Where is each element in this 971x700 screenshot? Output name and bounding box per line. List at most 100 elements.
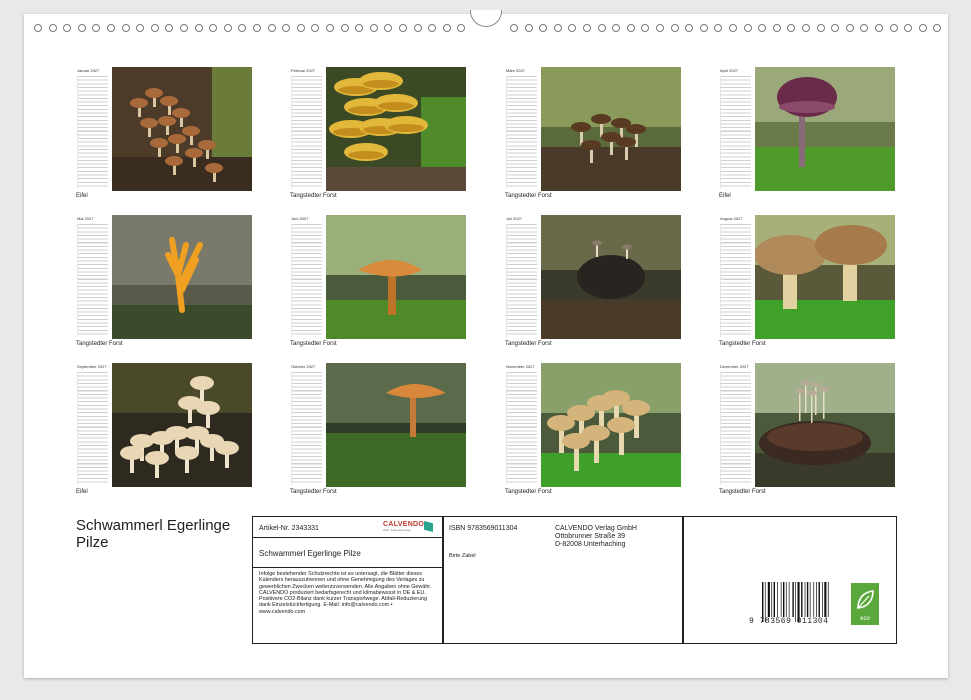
day-lines bbox=[720, 76, 751, 189]
binding-ring bbox=[743, 24, 752, 32]
month-page: April 2027 Eifel bbox=[719, 67, 899, 207]
binding-ring bbox=[77, 24, 86, 32]
mushroom-photo bbox=[541, 363, 681, 487]
legal-notice: Infolge bestehender Schutzrechte ist es … bbox=[259, 571, 432, 615]
day-lines bbox=[506, 224, 537, 337]
binding-ring bbox=[194, 24, 203, 32]
author-name: Birte Zabel bbox=[449, 553, 476, 559]
month-page: Januar 2027 Eifel bbox=[76, 67, 256, 207]
info-box: Artikel-Nr. 2343331 CALVENDO Welt. Kalen… bbox=[252, 516, 897, 644]
mushroom-photo bbox=[541, 215, 681, 339]
binding-ring bbox=[831, 24, 840, 32]
isbn: ISBN 9783569011304 bbox=[449, 525, 518, 532]
day-lines bbox=[506, 372, 537, 485]
mushroom-photo bbox=[112, 215, 252, 339]
photo-location: Tangstedter Forst bbox=[719, 489, 766, 495]
binding-ring bbox=[845, 24, 854, 32]
photo-location: Tangstedter Forst bbox=[505, 193, 552, 199]
month-name: November 2027 bbox=[506, 364, 535, 369]
month-name: Oktober 2027 bbox=[291, 364, 316, 369]
binding-ring bbox=[340, 24, 349, 32]
month-calendar: Juli 2027 bbox=[505, 215, 539, 339]
day-lines bbox=[720, 372, 751, 485]
binding-ring bbox=[568, 24, 577, 32]
binding-ring bbox=[34, 24, 42, 32]
month-name: Dezember 2027 bbox=[720, 364, 749, 369]
month-calendar: März 2027 bbox=[505, 67, 539, 191]
binding-ring bbox=[92, 24, 101, 32]
month-calendar: Juni 2027 bbox=[290, 215, 324, 339]
binding-ring bbox=[699, 24, 708, 32]
publisher-city: D-82008 Unterhaching bbox=[555, 541, 626, 548]
binding-ring bbox=[355, 24, 364, 32]
photo-location: Eifel bbox=[76, 489, 88, 495]
month-name: Januar 2027 bbox=[77, 68, 100, 73]
month-name: September 2027 bbox=[77, 364, 107, 369]
month-name: März 2027 bbox=[506, 68, 525, 73]
month-page: Juni 2027 Tangstedter Forst bbox=[290, 215, 470, 355]
publisher-name: CALVENDO Verlag GmbH bbox=[555, 525, 637, 532]
binding-ring bbox=[209, 24, 218, 32]
binding-ring bbox=[136, 24, 145, 32]
mushroom-photo bbox=[326, 363, 466, 487]
binding-ring bbox=[282, 24, 291, 32]
mushroom-photo bbox=[326, 215, 466, 339]
binding-ring bbox=[428, 24, 437, 32]
mushroom-photo bbox=[112, 363, 252, 487]
month-name: Juni 2027 bbox=[291, 216, 309, 221]
binding-ring bbox=[670, 24, 679, 32]
binding-ring bbox=[311, 24, 320, 32]
photo-location: Eifel bbox=[719, 193, 731, 199]
month-calendar: Dezember 2027 bbox=[719, 363, 753, 487]
mushroom-photo bbox=[326, 67, 466, 191]
binding-ring bbox=[553, 24, 562, 32]
month-name: April 2027 bbox=[720, 68, 739, 73]
binding-ring bbox=[253, 24, 261, 32]
day-lines bbox=[506, 76, 537, 189]
calendar-back-cover: Januar 2027 Eifel Februar 2027 Tangstedt… bbox=[24, 10, 948, 678]
mushroom-photo bbox=[755, 215, 895, 339]
binding-ring bbox=[150, 24, 159, 32]
mushroom-photo bbox=[541, 67, 681, 191]
mushroom-photo bbox=[112, 67, 252, 191]
day-lines bbox=[77, 372, 108, 485]
binding-ring bbox=[714, 24, 723, 32]
month-page: Februar 2027 Tangstedter Forst bbox=[290, 67, 470, 207]
photo-location: Tangstedter Forst bbox=[505, 341, 552, 347]
photo-location: Tangstedter Forst bbox=[505, 489, 552, 495]
binding-ring bbox=[875, 24, 883, 32]
month-page: November 2027 Tangstedter Forst bbox=[505, 363, 685, 503]
binding-ring bbox=[413, 24, 422, 32]
binding-ring bbox=[626, 24, 635, 32]
month-calendar: Januar 2027 bbox=[76, 67, 110, 191]
leaf-icon bbox=[857, 590, 874, 609]
binding-ring bbox=[296, 24, 305, 32]
calendar-title: Schwammerl Egerlinge Pilze bbox=[76, 517, 231, 551]
month-page: Mai 2027 Tangstedter Forst bbox=[76, 215, 256, 355]
binding-ring bbox=[758, 24, 767, 32]
photo-location: Eifel bbox=[76, 193, 88, 199]
day-lines bbox=[720, 224, 751, 337]
binding-ring bbox=[612, 24, 621, 32]
month-calendar: Mai 2027 bbox=[76, 215, 110, 339]
day-lines bbox=[291, 224, 322, 337]
photo-location: Tangstedter Forst bbox=[719, 341, 766, 347]
binding-ring bbox=[48, 24, 57, 32]
binding-ring bbox=[918, 24, 927, 32]
binding-ring bbox=[685, 24, 694, 32]
day-lines bbox=[77, 76, 108, 189]
publisher-street: Ottobrunner Straße 39 bbox=[555, 533, 626, 540]
binding-ring bbox=[121, 24, 130, 32]
mushroom-photo bbox=[755, 363, 895, 487]
binding-ring bbox=[457, 24, 466, 32]
binding-ring bbox=[729, 24, 737, 32]
binding-ring bbox=[597, 24, 606, 32]
binding-ring bbox=[889, 24, 898, 32]
photo-location: Tangstedter Forst bbox=[290, 489, 337, 495]
binding-ring bbox=[524, 24, 533, 32]
month-page: Dezember 2027 Tangstedter Forst bbox=[719, 363, 899, 503]
binding-ring bbox=[510, 24, 518, 32]
binding-ring bbox=[583, 24, 591, 32]
binding-ring bbox=[326, 24, 334, 32]
month-calendar: April 2027 bbox=[719, 67, 753, 191]
